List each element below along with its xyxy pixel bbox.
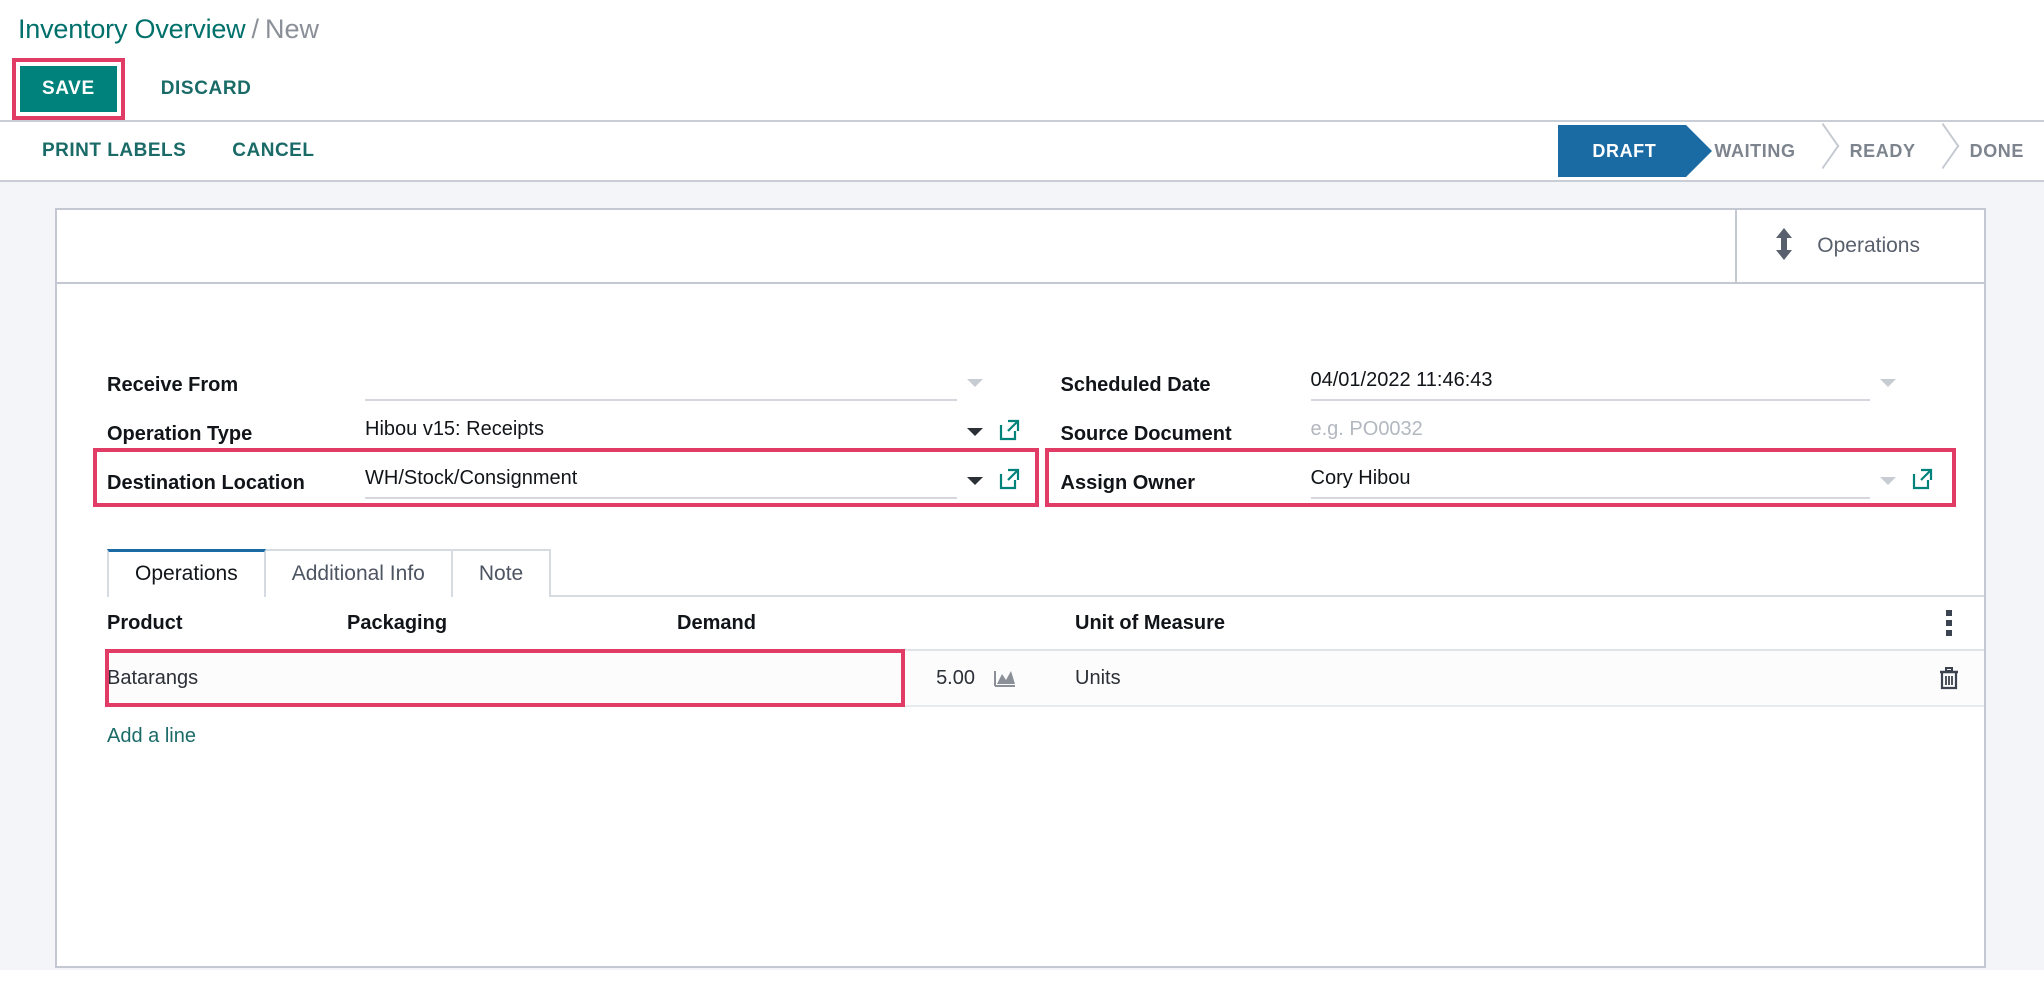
scheduled-date-input[interactable]: 04/01/2022 11:46:43	[1310, 369, 1870, 401]
status-stage-done[interactable]: DONE	[1942, 125, 2044, 177]
chevron-down-icon[interactable]	[1880, 477, 1896, 485]
table-row[interactable]: Batarangs 5.00 Units	[105, 649, 1984, 707]
field-operation-type: Operation Type Hibou v15: Receipts	[107, 405, 1021, 454]
delete-row-button[interactable]	[1914, 666, 1984, 690]
column-header-product: Product	[107, 611, 183, 634]
destination-location-input[interactable]: WH/Stock/Consignment	[365, 467, 957, 499]
breadcrumb-current: New	[265, 14, 320, 44]
save-discard-bar: SAVE DISCARD	[0, 58, 2044, 120]
control-panel-actions: PRINT LABELS CANCEL	[28, 132, 346, 170]
receive-from-input[interactable]	[365, 369, 957, 401]
column-header-demand: Demand	[677, 611, 756, 634]
cell-unit-of-measure[interactable]: Units	[1017, 667, 1914, 690]
assign-owner-input[interactable]: Cory Hibou	[1310, 467, 1870, 499]
field-scheduled-date: Scheduled Date 04/01/2022 11:46:43	[1061, 356, 1935, 405]
vertical-ellipsis-icon[interactable]	[1946, 610, 1952, 636]
field-label-assign-owner: Assign Owner	[1060, 472, 1195, 494]
breadcrumb-root[interactable]: Inventory Overview	[18, 14, 246, 44]
operation-type-input[interactable]: Hibou v15: Receipts	[365, 418, 957, 450]
source-document-input[interactable]: e.g. PO0032	[1311, 418, 1897, 450]
chevron-down-icon[interactable]	[1880, 379, 1896, 387]
trash-icon[interactable]	[1938, 666, 1960, 690]
field-destination-location: Destination Location WH/Stock/Consignmen…	[93, 448, 1039, 507]
cell-demand-value: 5.00	[936, 666, 975, 689]
breadcrumb-separator: /	[251, 14, 259, 44]
smart-button-label: Operations	[1817, 234, 1920, 257]
optional-columns-button[interactable]	[1914, 610, 1984, 636]
form-view-background: Operations Receive From Operation Type H…	[0, 182, 2044, 970]
form-sheet: Operations Receive From Operation Type H…	[55, 208, 1986, 968]
control-panel: PRINT LABELS CANCEL DRAFT WAITING READY …	[0, 120, 2044, 182]
tab-additional-info[interactable]: Additional Info	[263, 549, 453, 597]
operations-list: Product Packaging Demand Unit of Measure…	[105, 597, 1984, 938]
cell-demand[interactable]: 5.00	[677, 667, 1017, 690]
add-a-line-row: Add a line	[107, 707, 1984, 748]
form-groups: Receive From Operation Type Hibou v15: R…	[57, 284, 1984, 507]
arrows-up-down-icon	[1773, 227, 1795, 266]
list-bottom-padding	[107, 748, 1984, 938]
external-link-icon[interactable]	[997, 467, 1021, 491]
breadcrumb: Inventory Overview / New	[0, 0, 2044, 58]
tab-operations[interactable]: Operations	[107, 549, 266, 597]
field-label-scheduled-date: Scheduled Date	[1060, 374, 1211, 396]
print-labels-button[interactable]: PRINT LABELS	[28, 132, 200, 170]
status-stage-ready[interactable]: READY	[1822, 125, 1942, 177]
external-link-icon[interactable]	[1910, 467, 1934, 491]
column-header-packaging: Packaging	[347, 611, 448, 634]
field-source-document: Source Document e.g. PO0032	[1061, 405, 1935, 454]
cell-product[interactable]: Batarangs	[107, 667, 347, 690]
external-link-icon[interactable]	[997, 418, 1021, 442]
field-assign-owner: Assign Owner Cory Hibou	[1044, 448, 1956, 507]
form-group-left: Receive From Operation Type Hibou v15: R…	[93, 356, 1039, 507]
field-label-destination-location: Destination Location	[107, 472, 305, 494]
chevron-down-icon[interactable]	[966, 379, 983, 387]
notebook: Operations Additional Info Note Product …	[57, 547, 1984, 938]
field-label-receive-from: Receive From	[107, 374, 239, 396]
field-receive-from: Receive From	[107, 356, 1021, 405]
field-label-operation-type: Operation Type	[107, 423, 253, 445]
discard-button[interactable]: DISCARD	[143, 66, 270, 112]
smart-button-operations[interactable]: Operations	[1735, 210, 1984, 282]
column-header-unit-of-measure: Unit of Measure	[1075, 611, 1226, 634]
chevron-down-icon[interactable]	[966, 477, 983, 485]
status-stage-draft[interactable]: DRAFT	[1558, 125, 1713, 177]
chevron-down-icon[interactable]	[966, 428, 983, 436]
add-a-line-button[interactable]: Add a line	[107, 707, 196, 748]
tab-note[interactable]: Note	[450, 549, 552, 597]
form-group-right: Scheduled Date 04/01/2022 11:46:43 Sourc…	[1021, 356, 1956, 507]
cancel-button[interactable]: CANCEL	[218, 132, 328, 170]
save-button[interactable]: SAVE	[20, 66, 117, 112]
status-bar: DRAFT WAITING READY DONE	[1558, 125, 2044, 177]
forecast-chart-icon[interactable]	[993, 667, 1017, 689]
field-label-source-document: Source Document	[1060, 423, 1232, 445]
save-button-highlight: SAVE	[12, 58, 125, 120]
notebook-tabs: Operations Additional Info Note	[107, 547, 1984, 597]
table-header-row: Product Packaging Demand Unit of Measure	[107, 597, 1984, 651]
smart-button-box: Operations	[57, 210, 1984, 284]
